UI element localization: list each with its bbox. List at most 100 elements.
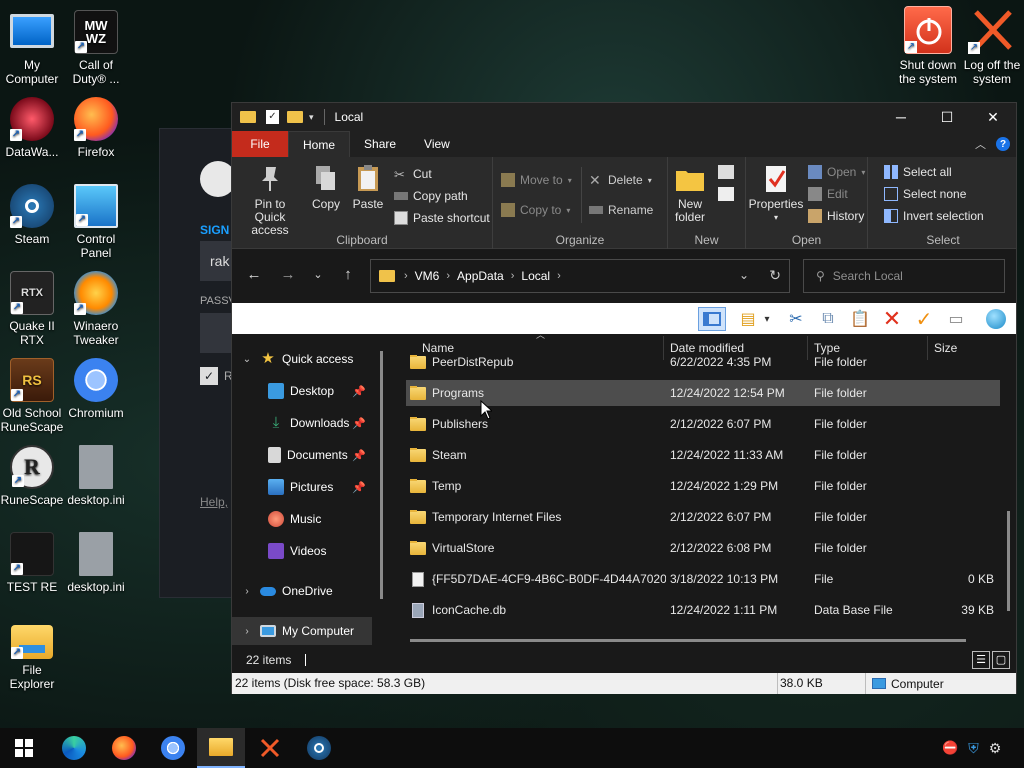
horizontal-scrollbar[interactable] — [410, 639, 966, 642]
desktop-icon-datawa[interactable]: ↗ DataWa... — [0, 97, 64, 159]
chevron-right-icon[interactable]: › — [240, 586, 254, 597]
details-view-icon[interactable]: ☰ — [972, 651, 990, 669]
search-box[interactable]: ⚲ Search Local — [803, 259, 1005, 293]
security-shield-icon[interactable]: ⛨ — [968, 740, 979, 757]
file-list[interactable]: ︿ Name Date modified Type Size PeerDistR… — [406, 330, 1010, 646]
up-arrow-icon[interactable]: ↑ — [338, 265, 358, 285]
chevron-down-icon[interactable]: ▾ — [760, 307, 774, 331]
taskbar-edge[interactable] — [50, 728, 98, 768]
taskbar-firefox[interactable] — [100, 728, 148, 768]
desktop-icon-winaero[interactable]: ↗ Winaero Tweaker — [64, 271, 128, 347]
nav-pictures[interactable]: Pictures 📌 — [232, 473, 372, 501]
nav-documents[interactable]: Documents 📌 — [232, 441, 372, 469]
checkbox-select-icon[interactable]: ▤ — [736, 307, 760, 331]
desktop-icon-chromium[interactable]: Chromium — [64, 358, 128, 420]
nav-music[interactable]: Music — [232, 505, 372, 533]
table-row[interactable]: Programs 12/24/2022 12:54 PM File folder — [406, 380, 1000, 406]
checkmark-icon[interactable]: ✓ — [912, 307, 936, 331]
title-bar[interactable]: ✓ ▾ Local ─ ☐ ✕ — [232, 103, 1016, 131]
paste-shortcut-button[interactable]: Paste shortcut — [394, 209, 490, 227]
rename-icon[interactable]: ▭ — [944, 307, 968, 331]
forward-arrow-icon[interactable]: → — [278, 265, 298, 285]
large-icons-view-icon[interactable]: ▢ — [992, 651, 1010, 669]
breadcrumb-appdata[interactable]: AppData — [457, 269, 504, 283]
back-arrow-icon[interactable]: ← — [244, 265, 264, 285]
history-button[interactable]: History — [808, 207, 864, 225]
properties-button[interactable]: Properties ▾ — [746, 163, 806, 224]
chevron-down-icon[interactable]: ⌄ — [739, 268, 749, 282]
pin-icon[interactable]: 📌 — [352, 417, 366, 430]
desktop-icon-test-re[interactable]: ↗ TEST RE — [0, 532, 64, 594]
invert-selection-button[interactable]: Invert selection — [884, 207, 984, 225]
tab-file[interactable]: File — [232, 131, 288, 157]
preview-pane-icon[interactable] — [698, 307, 726, 331]
nav-my-computer[interactable]: › My Computer — [232, 617, 372, 645]
taskbar-chromium[interactable] — [149, 728, 197, 768]
taskbar-file-explorer[interactable] — [197, 728, 245, 768]
copy-to-button[interactable]: Copy to ▾ — [501, 201, 570, 219]
rename-button[interactable]: Rename — [589, 201, 653, 219]
table-row[interactable]: Publishers 2/12/2022 6:07 PM File folder — [406, 411, 1000, 437]
nav-quick-access[interactable]: ⌄ ★ Quick access — [232, 345, 372, 373]
desktop-icon-firefox[interactable]: ↗ Firefox — [64, 97, 128, 159]
open-button[interactable]: Open ▾ — [808, 163, 865, 181]
chevron-down-icon[interactable]: ⌄ — [240, 354, 254, 365]
start-button[interactable] — [0, 728, 48, 768]
breadcrumb-vm6[interactable]: VM6 — [415, 269, 440, 283]
table-row[interactable]: Temp 12/24/2022 1:29 PM File folder — [406, 473, 1000, 499]
help-icon[interactable]: ? — [996, 137, 1010, 151]
logoff-button[interactable]: ↗ Log off the system — [960, 6, 1024, 86]
network-disconnected-icon[interactable]: ⛔ — [942, 740, 958, 756]
gear-icon[interactable]: ⚙ — [989, 740, 1002, 757]
nav-desktop[interactable]: Desktop 📌 — [232, 377, 372, 405]
desktop-icon-runescape[interactable]: R ↗ RuneScape — [0, 445, 64, 507]
desktop-icon-steam[interactable]: ↗ Steam — [0, 184, 64, 246]
chevron-right-icon[interactable]: › — [240, 626, 254, 637]
taskbar-steam[interactable] — [295, 728, 343, 768]
breadcrumb-local[interactable]: Local — [521, 269, 550, 283]
delete-x-icon[interactable]: ✕ — [880, 306, 904, 331]
paste-icon[interactable]: 📋 — [848, 307, 872, 331]
paste-button[interactable]: Paste — [350, 163, 386, 211]
file-explorer-window[interactable]: ✓ ▾ Local ─ ☐ ✕ File Home Share View ︿ ? — [231, 102, 1017, 694]
desktop-icon-quake[interactable]: RTX ↗ Quake II RTX — [0, 271, 64, 347]
list-scrollbar[interactable] — [1007, 511, 1010, 611]
delete-button[interactable]: ✕ Delete ▾ — [589, 171, 652, 189]
nav-onedrive[interactable]: › OneDrive — [232, 577, 372, 605]
copy-button[interactable]: Copy — [308, 163, 344, 211]
globe-icon[interactable] — [984, 307, 1008, 331]
pin-icon[interactable]: 📌 — [352, 481, 366, 494]
desktop-icon-file-explorer[interactable]: ↗ File Explorer — [0, 619, 64, 691]
navigation-scrollbar[interactable] — [380, 351, 383, 599]
table-row[interactable]: Steam 12/24/2022 11:33 AM File folder — [406, 442, 1000, 468]
maximize-button[interactable]: ☐ — [924, 103, 970, 131]
select-all-button[interactable]: Select all — [884, 163, 952, 181]
nav-videos[interactable]: Videos — [232, 537, 372, 565]
tab-view[interactable]: View — [410, 131, 464, 157]
new-folder-button[interactable]: New folder — [668, 163, 712, 224]
table-row[interactable]: VirtualStore 2/12/2022 6:08 PM File folder — [406, 535, 1000, 561]
close-button[interactable]: ✕ — [970, 103, 1016, 131]
table-row[interactable]: PeerDistRepub 6/22/2022 4:35 PM File folde… — [406, 349, 1000, 375]
table-row[interactable]: {FF5D7DAE-4CF9-4B6C-B0DF-4D44A7020... 3/1… — [406, 566, 1000, 592]
remember-checkbox[interactable]: ✓ — [200, 367, 218, 385]
collapse-ribbon-icon[interactable]: ︿ — [975, 136, 986, 152]
table-row[interactable]: IconCache.db 12/24/2022 1:11 PM Data Base … — [406, 597, 1000, 623]
desktop-icon-my-computer[interactable]: My Computer — [0, 10, 64, 86]
scissors-icon[interactable]: ✂ — [784, 307, 808, 331]
desktop-icon-call-of-duty[interactable]: MW WZ ↗ Call of Duty® ... — [64, 10, 128, 86]
select-none-button[interactable]: Select none — [884, 185, 966, 203]
pin-icon[interactable]: 📌 — [352, 385, 366, 398]
nav-downloads[interactable]: ⤓ Downloads 📌 — [232, 409, 372, 437]
new-folder-quick-icon[interactable] — [287, 111, 303, 123]
move-to-button[interactable]: Move to ▾ — [501, 171, 572, 189]
search-input[interactable]: Search Local — [833, 269, 903, 283]
edit-button[interactable]: Edit — [808, 185, 848, 203]
help-link[interactable]: Help, — [200, 495, 228, 509]
cut-button[interactable]: ✂ Cut — [394, 165, 432, 183]
copy-icon[interactable]: ⧉ — [816, 307, 840, 331]
tab-share[interactable]: Share — [350, 131, 410, 157]
properties-quick-icon[interactable]: ✓ — [266, 110, 279, 124]
pin-to-quick-access-button[interactable]: Pin to Quick access — [238, 163, 302, 237]
recent-locations-chevron-icon[interactable]: ⌄ — [308, 265, 328, 285]
